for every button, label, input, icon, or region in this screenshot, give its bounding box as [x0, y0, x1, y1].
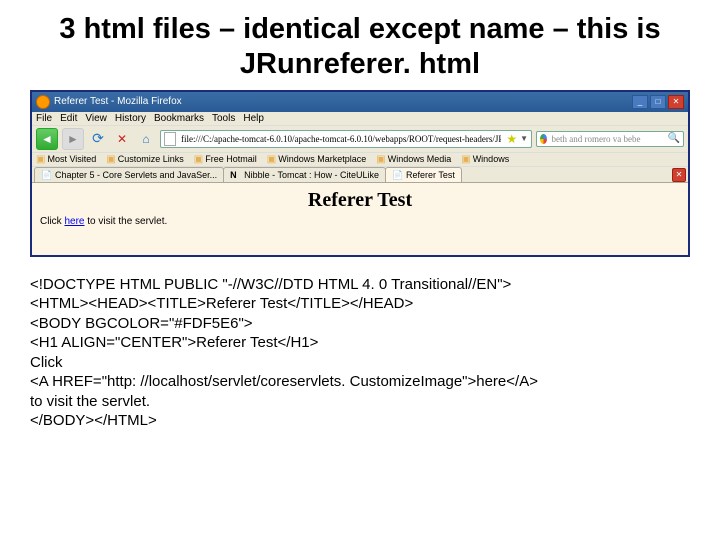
- folder-icon: ▣: [461, 154, 470, 165]
- folder-icon: ▣: [376, 154, 385, 165]
- nav-toolbar: ◄ ► ⟳ ✕ ⌂ ★ ▼ 🔍: [32, 125, 688, 152]
- tab-icon: N: [230, 170, 240, 180]
- browser-window: Referer Test - Mozilla Firefox _ □ ✕ Fil…: [30, 90, 690, 257]
- bookmark-label: Windows: [473, 154, 510, 164]
- text-post-link: to visit the servlet.: [84, 216, 167, 227]
- url-bar: ★ ▼: [160, 130, 532, 148]
- tab-3-active[interactable]: 📄 Referer Test: [385, 167, 462, 182]
- page-content: Referer Test Click here to visit the ser…: [32, 182, 688, 255]
- tab-label: Referer Test: [406, 170, 455, 180]
- reload-button[interactable]: ⟳: [88, 129, 108, 149]
- bookmark-label: Free Hotmail: [205, 154, 257, 164]
- slide-title: 3 html files – identical except name – t…: [30, 12, 690, 82]
- back-button[interactable]: ◄: [36, 128, 58, 150]
- folder-icon: ▣: [267, 154, 276, 165]
- bookmark-customize-links[interactable]: ▣Customize Links: [106, 154, 183, 165]
- bookmark-label: Most Visited: [47, 154, 96, 164]
- menu-view[interactable]: View: [85, 113, 107, 124]
- bookmark-label: Customize Links: [118, 154, 184, 164]
- url-input[interactable]: [179, 133, 503, 145]
- bookmarks-bar: ▣Most Visited ▣Customize Links ▣Free Hot…: [32, 152, 688, 166]
- home-button[interactable]: ⌂: [136, 129, 156, 149]
- tab-icon: 📄: [392, 170, 402, 180]
- bookmark-star-icon[interactable]: ★: [506, 132, 517, 146]
- slide: 3 html files – identical except name – t…: [0, 0, 720, 540]
- tab-icon: 📄: [41, 170, 51, 180]
- tab-label: Nibble - Tomcat : How - CiteULike: [244, 170, 379, 180]
- search-input[interactable]: [550, 133, 665, 145]
- bookmark-media[interactable]: ▣Windows Media: [376, 154, 451, 165]
- tab-1[interactable]: 📄 Chapter 5 - Core Servlets and JavaSer..…: [34, 167, 224, 182]
- stop-button[interactable]: ✕: [112, 129, 132, 149]
- bookmark-free-hotmail[interactable]: ▣Free Hotmail: [194, 154, 257, 165]
- folder-icon: ▣: [36, 154, 45, 165]
- page-icon: [164, 132, 176, 146]
- source-code-block: <!DOCTYPE HTML PUBLIC "-//W3C//DTD HTML …: [30, 275, 690, 431]
- titlebar-left: Referer Test - Mozilla Firefox: [36, 95, 182, 109]
- search-icon[interactable]: 🔍: [668, 133, 680, 144]
- url-dropdown-icon[interactable]: ▼: [520, 134, 528, 143]
- menu-history[interactable]: History: [115, 113, 146, 124]
- bookmark-windows[interactable]: ▣Windows: [461, 154, 509, 165]
- page-text: Click here to visit the servlet.: [40, 216, 680, 227]
- menu-bar: File Edit View History Bookmarks Tools H…: [32, 112, 688, 125]
- bookmark-marketplace[interactable]: ▣Windows Marketplace: [267, 154, 366, 165]
- tab-2[interactable]: N Nibble - Tomcat : How - CiteULike: [223, 167, 386, 182]
- close-button[interactable]: ✕: [668, 95, 684, 109]
- maximize-button[interactable]: □: [650, 95, 666, 109]
- here-link[interactable]: here: [64, 216, 84, 227]
- menu-edit[interactable]: Edit: [60, 113, 77, 124]
- folder-icon: ▣: [106, 154, 115, 165]
- window-title: Referer Test - Mozilla Firefox: [54, 96, 182, 107]
- titlebar: Referer Test - Mozilla Firefox _ □ ✕: [32, 92, 688, 112]
- menu-file[interactable]: File: [36, 113, 52, 124]
- menu-tools[interactable]: Tools: [212, 113, 235, 124]
- forward-button[interactable]: ►: [62, 128, 84, 150]
- tab-close-button[interactable]: ✕: [672, 168, 686, 182]
- window-buttons: _ □ ✕: [632, 95, 684, 109]
- minimize-button[interactable]: _: [632, 95, 648, 109]
- google-icon: [540, 134, 547, 144]
- bookmark-label: Windows Marketplace: [278, 154, 366, 164]
- text-pre-link: Click: [40, 216, 64, 227]
- tab-label: Chapter 5 - Core Servlets and JavaSer...: [55, 170, 217, 180]
- firefox-icon: [36, 95, 50, 109]
- tab-bar: 📄 Chapter 5 - Core Servlets and JavaSer..…: [32, 166, 688, 182]
- menu-help[interactable]: Help: [243, 113, 264, 124]
- bookmark-label: Windows Media: [388, 154, 452, 164]
- folder-icon: ▣: [194, 154, 203, 165]
- search-bar: 🔍: [536, 131, 684, 147]
- bookmark-most-visited[interactable]: ▣Most Visited: [36, 154, 96, 165]
- menu-bookmarks[interactable]: Bookmarks: [154, 113, 204, 124]
- page-heading: Referer Test: [40, 189, 680, 212]
